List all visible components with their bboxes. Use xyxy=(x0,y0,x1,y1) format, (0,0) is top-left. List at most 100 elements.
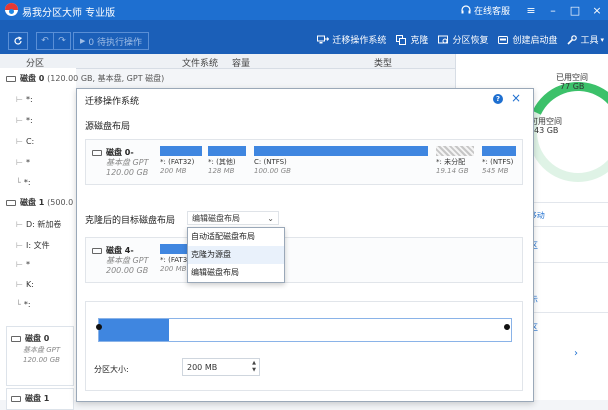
partition-recovery-label: 分区恢复 xyxy=(452,36,489,46)
partition-row[interactable]: ⊢ * xyxy=(16,260,30,269)
partition-row[interactable]: ⊢ *: xyxy=(16,95,33,104)
migrate-os-label: 迁移操作系统 xyxy=(332,36,387,46)
spinner-icon[interactable]: ▲ ▼ xyxy=(252,360,256,374)
source-partition[interactable]: *: (NTFS) 545 MB xyxy=(482,146,516,180)
partition-bar xyxy=(254,146,428,156)
migrate-icon xyxy=(317,35,330,43)
play-icon: ▶ xyxy=(80,37,86,45)
refresh-button[interactable] xyxy=(8,32,28,50)
source-partition[interactable]: *: (FAT32) 200 MB xyxy=(160,146,202,180)
partition-label: K: xyxy=(25,280,34,289)
maximize-button[interactable]: □ xyxy=(564,0,586,20)
chevron-right-icon[interactable]: › xyxy=(574,348,578,359)
help-icon[interactable]: ? xyxy=(493,94,503,104)
partition-label: *: xyxy=(23,178,31,187)
left-resize-handle[interactable] xyxy=(96,324,102,330)
disk-row[interactable]: 磁盘 0 (120.00 GB, 基本盘, GPT 磁盘) xyxy=(6,73,164,84)
partition-bar xyxy=(160,146,202,156)
target-disk-info: 磁盘 4- 基本盘 GPT 200.00 GB xyxy=(92,246,148,276)
disk-card[interactable]: 磁盘 1 xyxy=(6,388,74,410)
clone-icon xyxy=(396,34,407,45)
chevron-down-icon: ▾ xyxy=(600,35,604,44)
partition-row[interactable]: ⊢ C: xyxy=(16,137,34,146)
partition-row[interactable]: ⊢ K: xyxy=(16,280,34,289)
partition-size-input[interactable]: 200 MB ▲ ▼ xyxy=(182,358,260,376)
target-layout-heading: 克隆后的目标磁盘布局 xyxy=(85,216,176,226)
menu-button[interactable]: ≡ xyxy=(520,0,542,20)
close-window-button[interactable]: × xyxy=(586,0,608,20)
layout-select[interactable]: 编辑磁盘布局 ⌄ xyxy=(187,211,279,225)
tree-end-icon: └ xyxy=(16,300,21,309)
redo-button[interactable]: ↷ xyxy=(54,32,71,50)
minimize-button[interactable]: – xyxy=(542,0,564,20)
partition-size-slider[interactable] xyxy=(98,318,512,342)
disk-card-name-text: 磁盘 0 xyxy=(25,334,50,343)
partition-row[interactable]: ⊢ *: xyxy=(16,116,33,125)
partition-size: 545 MB xyxy=(482,167,509,175)
close-dialog-button[interactable]: × xyxy=(511,91,521,105)
partition-resize-panel: 分区大小: 200 MB ▲ ▼ xyxy=(85,301,523,391)
dropdown-option-edit-layout[interactable]: 编辑磁盘布局 xyxy=(188,264,284,282)
tools-button[interactable]: 工具 ▾ xyxy=(567,33,604,46)
source-partition[interactable]: C: (NTFS) 100.00 GB xyxy=(254,146,428,180)
disk-card[interactable]: 磁盘 0 基本盘 GPT 120.00 GB xyxy=(6,326,74,386)
minimize-icon: – xyxy=(550,3,556,17)
source-partition[interactable]: *: (其他) 128 MB xyxy=(208,146,246,180)
partition-label: D: 新加卷 xyxy=(25,220,62,229)
partition-label: * xyxy=(25,260,30,269)
disk-icon xyxy=(92,247,102,254)
partition-label: *: (其他) xyxy=(208,158,236,166)
create-bootdisk-label: 创建启动盘 xyxy=(512,36,558,46)
col-capacity[interactable]: 容量 xyxy=(232,56,250,69)
title-bar-controls: 在线客服 ≡ – □ × xyxy=(461,0,608,20)
create-bootdisk-button[interactable]: 创建启动盘 xyxy=(498,33,557,46)
tree-branch-icon: ⊢ xyxy=(16,95,23,104)
app-title: 易我分区大师 专业版 xyxy=(22,8,116,19)
partition-row[interactable]: ⊢ I: 文件 xyxy=(16,240,50,251)
partition-label: *: xyxy=(23,300,31,309)
partition-recovery-button[interactable]: 分区恢复 xyxy=(438,33,488,46)
right-resize-handle[interactable] xyxy=(504,324,510,330)
source-disk-size: 120.00 GB xyxy=(106,168,149,177)
tree-branch-icon: ⊢ xyxy=(16,241,23,250)
clone-label: 克隆 xyxy=(410,36,429,46)
undo-button[interactable]: ↶ xyxy=(36,32,54,50)
disk-icon xyxy=(6,75,16,82)
partition-row[interactable]: └ *: xyxy=(16,300,31,309)
partition-row[interactable]: ⊢ D: 新加卷 xyxy=(16,219,61,230)
slider-fill xyxy=(99,319,170,341)
clone-button[interactable]: 克隆 xyxy=(396,33,428,46)
partition-list: 磁盘 0 (120.00 GB, 基本盘, GPT 磁盘) ⊢ *: ⊢ *: ⊢ C… xyxy=(0,68,164,410)
online-service-button[interactable]: 在线客服 xyxy=(461,4,510,17)
disk-row[interactable]: 磁盘 1 (500.0 xyxy=(6,197,73,208)
dropdown-option-auto-fit[interactable]: 自动适配磁盘布局 xyxy=(188,228,284,246)
disk-icon xyxy=(92,149,102,156)
redo-icon: ↷ xyxy=(58,36,66,46)
recovery-icon xyxy=(438,35,449,43)
disk-info: (120.00 GB, 基本盘, GPT 磁盘) xyxy=(47,74,165,83)
partition-row[interactable]: ⊢ * xyxy=(16,158,30,167)
migrate-os-dialog: 迁移操作系统 ? × 源磁盘布局 磁盘 0- 基本盘 GPT 120.00 GB… xyxy=(76,88,534,402)
bootdisk-icon xyxy=(498,35,509,44)
dropdown-option-clone-source[interactable]: 克隆为源盘 xyxy=(188,246,284,264)
source-layout-heading: 源磁盘布局 xyxy=(85,122,131,132)
disk-card-name: 磁盘 1 xyxy=(11,393,49,404)
unallocated-partition[interactable]: *: 未分配 19.14 GB xyxy=(436,146,474,180)
target-partition[interactable]: *: (FAT32) 200 MB xyxy=(160,244,194,278)
col-type[interactable]: 类型 xyxy=(374,56,392,69)
migrate-os-button[interactable]: 迁移操作系统 xyxy=(317,33,386,46)
source-disk-info: 磁盘 0- 基本盘 GPT 120.00 GB xyxy=(92,148,148,178)
refresh-icon xyxy=(14,36,23,45)
used-space-value: 77 GB xyxy=(560,82,585,91)
tree-branch-icon: ⊢ xyxy=(16,158,23,167)
source-disk-map: 磁盘 0- 基本盘 GPT 120.00 GB *: (FAT32) 200 M… xyxy=(85,139,523,185)
col-filesystem[interactable]: 文件系统 xyxy=(182,56,218,69)
app-logo-icon xyxy=(5,3,18,16)
partition-row[interactable]: └ *: xyxy=(16,178,31,187)
toolbar-right: 迁移操作系统 克隆 分区恢复 创建启动盘 工具 ▾ xyxy=(307,33,604,46)
partition-bar xyxy=(208,146,246,156)
partition-label: I: 文件 xyxy=(25,241,50,250)
pending-operations-button[interactable]: ▶ 0 待执行操作 xyxy=(73,32,149,50)
disk-card-name: 磁盘 0 xyxy=(11,333,49,344)
tree-branch-icon: ⊢ xyxy=(16,116,23,125)
